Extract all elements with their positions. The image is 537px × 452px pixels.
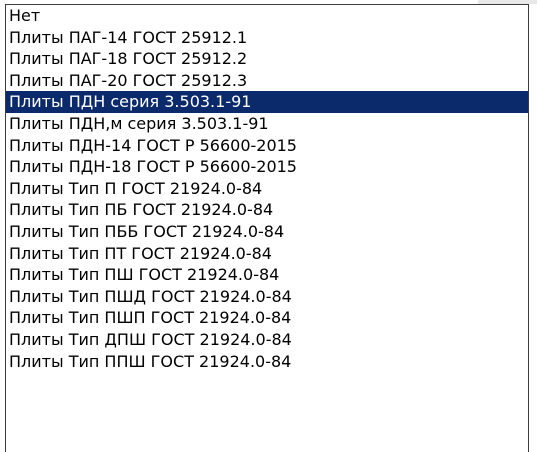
list-item[interactable]: Плиты ПДН-14 ГОСТ Р 56600-2015 xyxy=(6,135,528,157)
list-item[interactable]: Плиты Тип ПШ ГОСТ 21924.0-84 xyxy=(6,264,528,286)
list-item[interactable]: Плиты ПДН-18 ГОСТ Р 56600-2015 xyxy=(6,156,528,178)
list-item[interactable]: Плиты ПАГ-20 ГОСТ 25912.3 xyxy=(6,70,528,92)
list-item[interactable]: Плиты Тип ПТ ГОСТ 21924.0-84 xyxy=(6,243,528,265)
screenshot-root: Нет Плиты ПАГ-14 ГОСТ 25912.1 Плиты ПАГ-18… xyxy=(0,0,537,452)
list-item[interactable]: Плиты Тип ППШ ГОСТ 21924.0-84 xyxy=(6,351,528,373)
list-item[interactable]: Плиты Тип ПШП ГОСТ 21924.0-84 xyxy=(6,307,528,329)
list-item-selected[interactable]: Плиты ПДН серия 3.503.1-91 xyxy=(6,91,528,113)
dropdown-list[interactable]: Нет Плиты ПАГ-14 ГОСТ 25912.1 Плиты ПАГ-18… xyxy=(5,4,529,452)
list-item[interactable]: Плиты Тип ПШД ГОСТ 21924.0-84 xyxy=(6,286,528,308)
list-item[interactable]: Плиты Тип ПБ ГОСТ 21924.0-84 xyxy=(6,199,528,221)
list-item[interactable]: Плиты Тип ДПШ ГОСТ 21924.0-84 xyxy=(6,329,528,351)
list-item[interactable]: Плиты Тип ПББ ГОСТ 21924.0-84 xyxy=(6,221,528,243)
list-item[interactable]: Нет xyxy=(6,5,528,27)
list-item[interactable]: Плиты Тип П ГОСТ 21924.0-84 xyxy=(6,178,528,200)
list-item[interactable]: Плиты ПАГ-18 ГОСТ 25912.2 xyxy=(6,48,528,70)
list-item[interactable]: Плиты ПДН,м серия 3.503.1-91 xyxy=(6,113,528,135)
list-item[interactable]: Плиты ПАГ-14 ГОСТ 25912.1 xyxy=(6,27,528,49)
